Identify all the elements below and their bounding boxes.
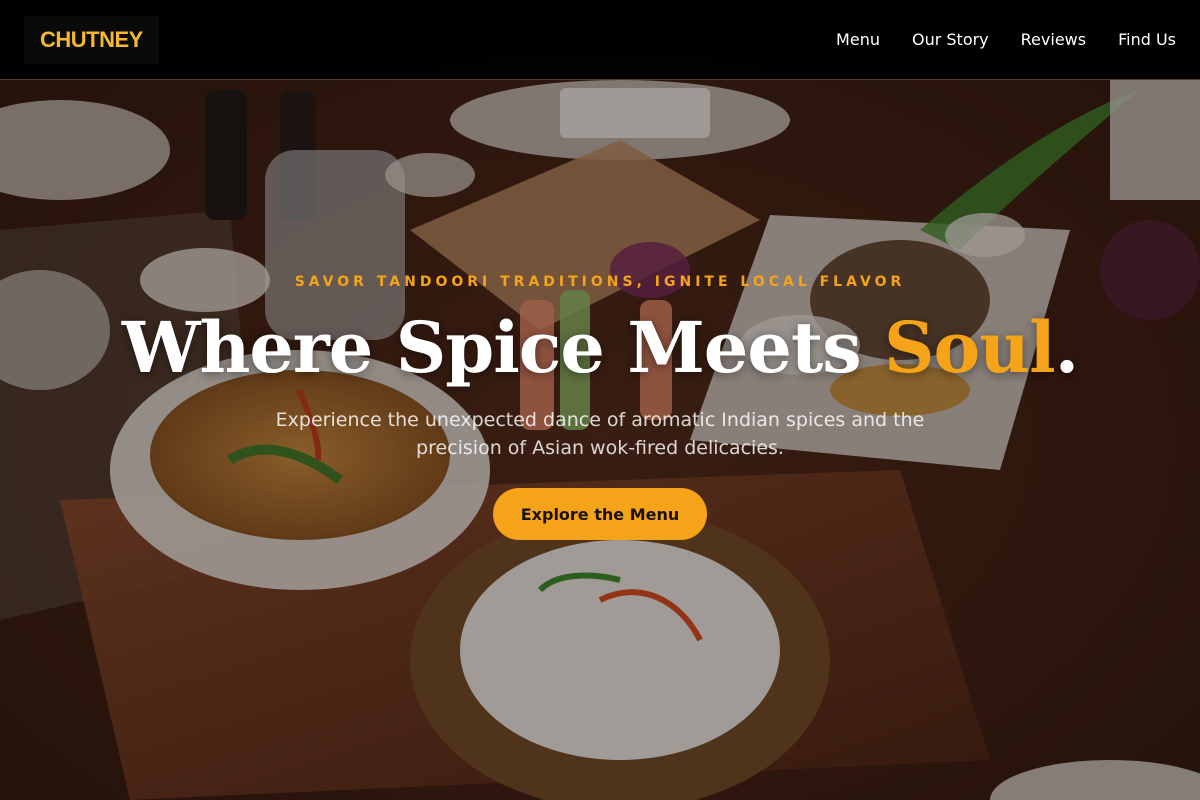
hero-subtitle: Experience the unexpected dance of aroma… bbox=[275, 409, 925, 459]
headline-end: . bbox=[1054, 306, 1079, 389]
hero-tagline: SAVOR TANDOORI TRADITIONS, IGNITE LOCAL … bbox=[294, 274, 906, 290]
hero-headline: Where Spice Meets Soul. bbox=[0, 306, 1200, 389]
hero-section: CHUTNEY Menu Our Story Reviews Find Us S… bbox=[0, 0, 1200, 800]
headline-main: Where Spice Meets bbox=[121, 306, 884, 389]
headline-accent: Soul bbox=[884, 306, 1056, 389]
explore-menu-button[interactable]: Explore the Menu bbox=[493, 488, 707, 540]
hero-content: SAVOR TANDOORI TRADITIONS, IGNITE LOCAL … bbox=[0, 0, 1200, 800]
